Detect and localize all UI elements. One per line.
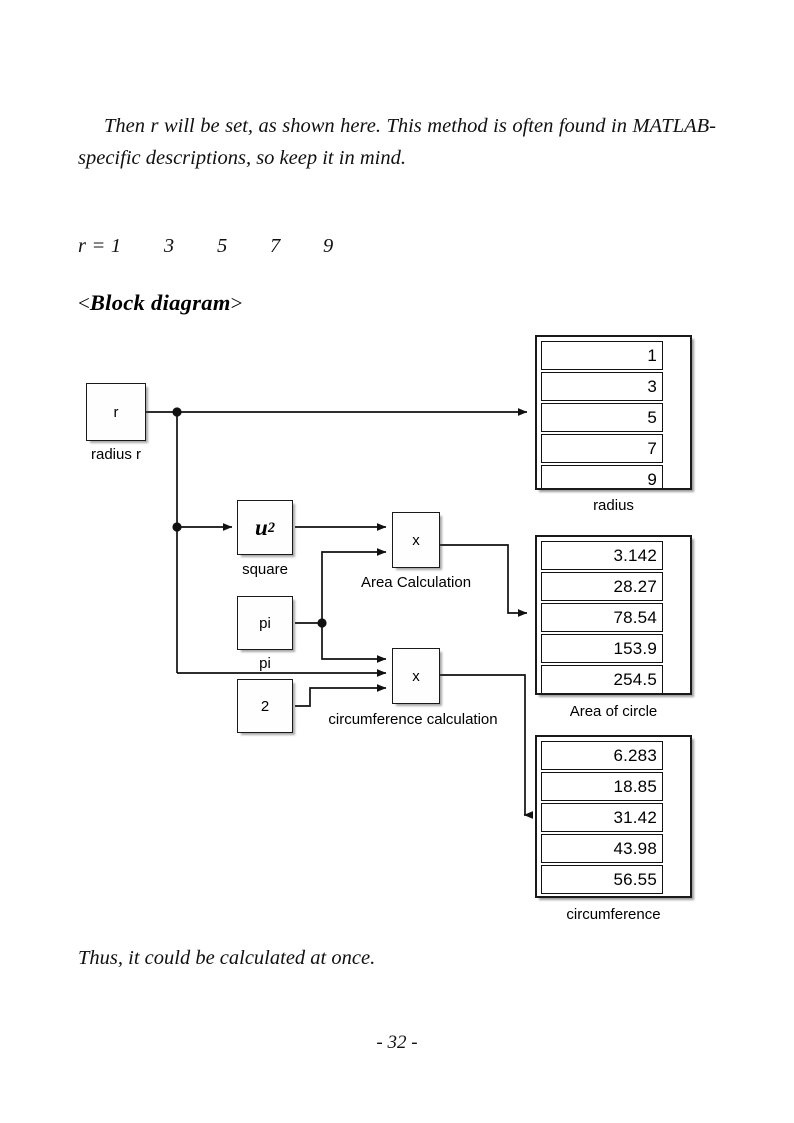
display-row: 3.142: [541, 541, 663, 570]
display-label-area-of-circle: Area of circle: [569, 703, 658, 720]
block-pi-text: pi: [259, 614, 271, 632]
block-label-area-calculation: Area Calculation: [360, 574, 472, 591]
display-row: 1: [541, 341, 663, 370]
block-constant-two-text: 2: [260, 697, 270, 715]
block-label-pi: pi: [259, 655, 271, 672]
display-radius-rows: 13579: [541, 341, 663, 488]
block-pi[interactable]: pi: [237, 596, 293, 650]
display-label-circumference: circumference: [566, 906, 661, 923]
display-row: 153.9: [541, 634, 663, 663]
display-radius[interactable]: 13579: [535, 335, 692, 490]
block-area-product-text: x: [412, 531, 420, 549]
closing-paragraph: Thus, it could be calculated at once.: [78, 947, 376, 969]
junction-dot-pi: [317, 618, 327, 628]
junction-dot-r-top: [172, 407, 182, 417]
block-label-square: square: [242, 561, 288, 578]
display-row: 6.283: [541, 741, 663, 770]
display-area-of-circle[interactable]: 3.142 28.27 78.54 153.9 254.5: [535, 535, 692, 695]
block-source-r-text: r: [113, 403, 119, 421]
junction-dot-r-square: [172, 522, 182, 532]
display-row: 78.54: [541, 603, 663, 632]
display-circumference[interactable]: 6.283 18.85 31.42 43.98 56.55: [535, 735, 692, 898]
display-row: 3: [541, 372, 663, 401]
display-row: 5: [541, 403, 663, 432]
display-area-of-circle-rows: 3.142 28.27 78.54 153.9 254.5: [541, 541, 663, 693]
block-circumference-product[interactable]: x: [392, 648, 440, 704]
block-label-radius-r: radius r: [90, 446, 142, 463]
display-label-radius: radius: [593, 497, 634, 514]
block-square[interactable]: u2: [237, 500, 293, 555]
page-number: - 32 -: [376, 1032, 418, 1053]
block-area-product[interactable]: x: [392, 512, 440, 568]
block-label-circumference-calculation: circumference calculation: [328, 711, 498, 728]
display-row: 56.55: [541, 865, 663, 894]
block-constant-two[interactable]: 2: [237, 679, 293, 733]
display-row: 28.27: [541, 572, 663, 601]
display-row: 254.5: [541, 665, 663, 693]
display-row: 18.85: [541, 772, 663, 801]
block-circumference-product-text: x: [412, 667, 420, 685]
block-source-r[interactable]: r: [86, 383, 146, 441]
document-page: Then r will be set, as shown here. This …: [0, 0, 794, 1123]
display-circumference-rows: 6.283 18.85 31.42 43.98 56.55: [541, 741, 663, 896]
block-square-text: u: [255, 514, 268, 540]
display-row: 7: [541, 434, 663, 463]
display-row: 31.42: [541, 803, 663, 832]
display-row: 9: [541, 465, 663, 488]
display-row: 43.98: [541, 834, 663, 863]
